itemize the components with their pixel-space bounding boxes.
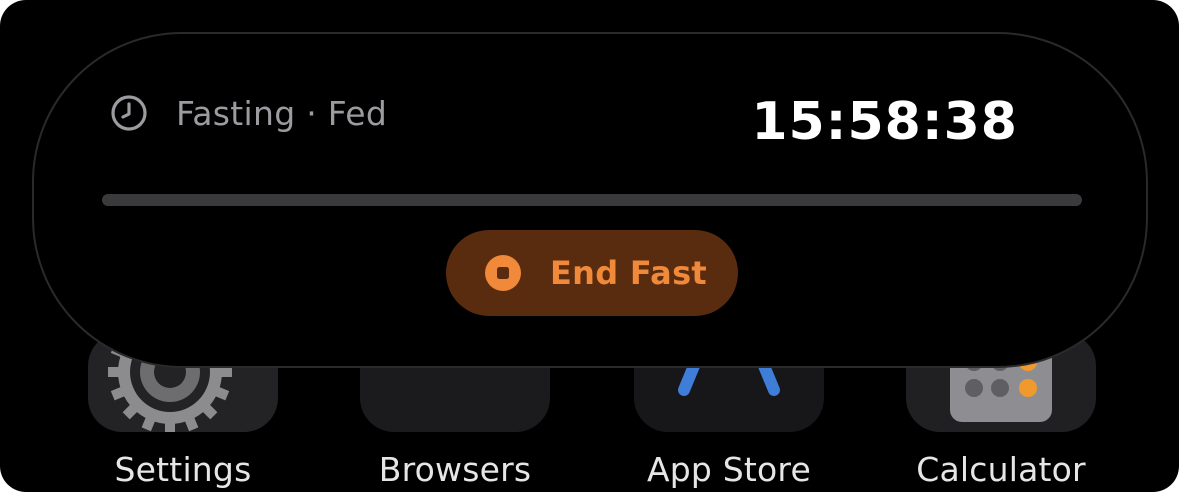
end-fast-button[interactable]: End Fast (446, 230, 738, 316)
phone-screen: Settings Browsers App Store Calculator F… (0, 0, 1179, 492)
stop-icon (485, 255, 521, 291)
app-label-browsers: Browsers (378, 450, 532, 489)
app-label-app-store: App Store (647, 450, 811, 489)
fasting-progress-bar (102, 194, 1082, 206)
clock-icon (111, 95, 147, 131)
live-activity-expanded[interactable]: Fasting · Fed 15:58:38 End Fast (32, 32, 1148, 368)
end-fast-label: End Fast (550, 254, 708, 292)
fasting-status-label: Fasting · Fed (176, 93, 388, 133)
app-label-settings: Settings (114, 450, 252, 489)
fasting-timer: 15:58:38 (751, 92, 1018, 152)
app-label-calculator: Calculator (916, 450, 1086, 489)
activity-header: Fasting · Fed (110, 90, 387, 136)
